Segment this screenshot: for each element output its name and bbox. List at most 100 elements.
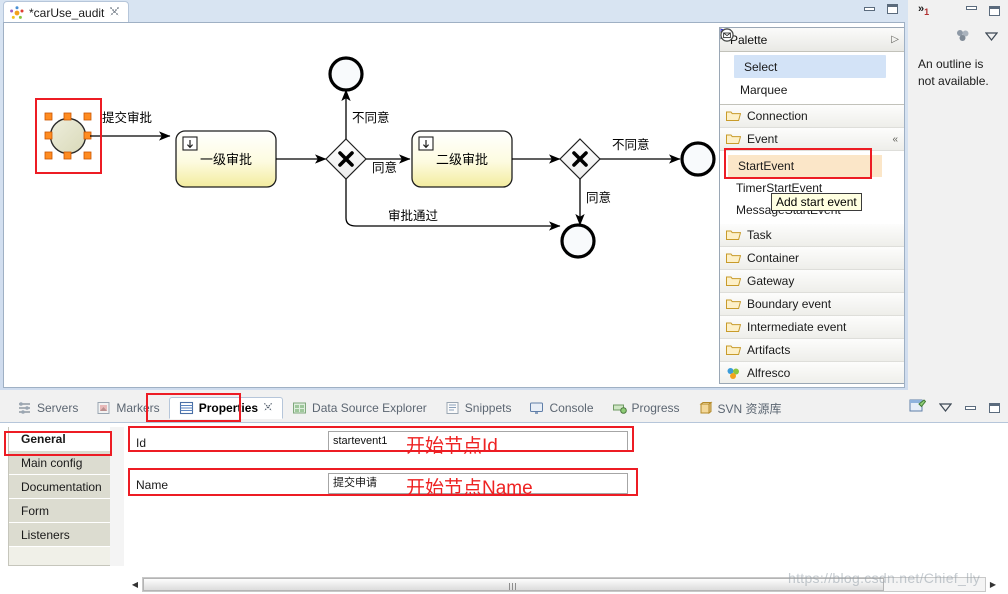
node-start-event[interactable] — [49, 117, 87, 155]
palette-group-gateway[interactable]: Gateway — [720, 270, 904, 293]
maximize-icon[interactable] — [989, 402, 1000, 413]
node-end-event-top[interactable] — [328, 56, 364, 92]
palette-group-artifacts-label: Artifacts — [747, 343, 791, 357]
folder-icon — [726, 133, 741, 145]
properties-tabs-scrollbar[interactable] — [110, 427, 124, 566]
tab-console-label: Console — [549, 401, 594, 415]
node-exclusive-gateway-2[interactable] — [559, 138, 601, 180]
console-icon — [529, 401, 544, 415]
close-icon[interactable] — [109, 6, 120, 20]
tab-console[interactable]: Console — [520, 398, 602, 418]
folder-icon — [726, 252, 741, 264]
node-exclusive-gateway-1[interactable] — [325, 138, 367, 180]
tab-progress[interactable]: Progress — [603, 398, 689, 418]
palette-group-connection-label: Connection — [747, 109, 808, 123]
palette-group-intermediate-event-label: Intermediate event — [747, 320, 847, 334]
folder-icon — [726, 110, 741, 122]
outline-view-menu-icon[interactable] — [955, 28, 971, 46]
folder-icon — [726, 275, 741, 287]
tab-svn-repository-label: SVN 资源库 — [717, 401, 782, 416]
palette-group-event[interactable]: Event « — [720, 128, 904, 151]
properties-tab-documentation-label: Documentation — [21, 479, 102, 494]
scroll-left-icon[interactable]: ◀ — [128, 577, 142, 592]
folder-icon — [726, 229, 741, 241]
scrollbar-thumb[interactable] — [143, 577, 884, 591]
tab-data-source-explorer[interactable]: Data Source Explorer — [283, 398, 436, 418]
id-field-label: Id — [136, 436, 147, 450]
palette-group-task[interactable]: Task — [720, 224, 904, 247]
properties-tab-form-label: Form — [21, 503, 49, 518]
node-user-task-1[interactable]: 一级审批 — [175, 130, 277, 188]
field-row-name: Name 提交申请 开始节点Name — [128, 473, 998, 499]
svn-icon — [698, 401, 713, 415]
outline-window-buttons — [966, 6, 1000, 16]
progress-icon — [612, 401, 627, 415]
palette-tool-marquee[interactable]: Marquee — [720, 29, 904, 101]
outline-overflow-indicator[interactable]: »1 — [918, 3, 929, 17]
tab-markers-label: Markers — [116, 401, 160, 415]
name-field-label: Name — [136, 478, 169, 492]
folder-icon — [726, 344, 741, 356]
tab-servers[interactable]: Servers — [8, 398, 87, 418]
node-user-task-2[interactable]: 二级审批 — [411, 130, 513, 188]
minimize-icon[interactable] — [864, 7, 875, 11]
task-label-1: 一级审批 — [200, 152, 252, 167]
chevron-right-icon[interactable]: ▷ — [891, 34, 899, 45]
properties-horizontal-scrollbar[interactable]: ◀ ▶ — [128, 576, 1000, 592]
palette-item-startevent-label: StartEvent — [738, 159, 795, 173]
palette-group-connection[interactable]: Connection — [720, 105, 904, 128]
palette-group-intermediate-event[interactable]: Intermediate event — [720, 316, 904, 339]
properties-tab-main-config-label: Main config — [21, 455, 83, 470]
folder-icon — [726, 298, 741, 310]
minimize-icon[interactable] — [966, 6, 977, 10]
properties-icon — [179, 401, 194, 415]
scrollbar-grip — [509, 582, 518, 590]
chevron-down-icon[interactable] — [984, 30, 999, 44]
properties-tab-listeners-label: Listeners — [21, 527, 70, 542]
editor-window-buttons — [864, 4, 898, 14]
minimize-icon[interactable] — [965, 405, 976, 410]
annotation-name: 开始节点Name — [406, 478, 533, 499]
palette-item-startevent[interactable]: StartEvent — [720, 28, 882, 177]
palette-group-alfresco-label: Alfresco — [747, 366, 791, 380]
tab-markers[interactable]: Markers — [87, 398, 168, 418]
outline-panel: »1 An outline is not available. — [910, 0, 1008, 390]
maximize-icon[interactable] — [989, 6, 1000, 16]
flow-label-agree-1: 同意 — [372, 160, 397, 175]
scrollbar-track[interactable] — [142, 576, 986, 592]
palette-group-boundary-event[interactable]: Boundary event — [720, 293, 904, 316]
palette-group-alfresco[interactable]: Alfresco — [720, 362, 904, 383]
maximize-icon[interactable] — [887, 4, 898, 14]
palette-group-container[interactable]: Container — [720, 247, 904, 270]
tab-svn-repository[interactable]: SVN 资源库 — [689, 397, 791, 420]
properties-tab-form[interactable]: Form — [9, 499, 122, 523]
bpmn-canvas[interactable]: 提交审批 一级审批 不同意 同意 二级审批 不同意 同意 审批通过 Palett… — [3, 22, 905, 388]
diagram-editor: *carUse_audit 提交审批 一级审批 不同意 同意 二级审批 不同意 … — [0, 0, 908, 390]
properties-tab-listeners[interactable]: Listeners — [9, 523, 122, 547]
flow-label-reject-2: 不同意 — [612, 137, 650, 152]
node-end-event-right[interactable] — [680, 141, 716, 177]
palette-tool-marquee-label: Marquee — [740, 82, 788, 97]
collapse-icon[interactable]: « — [892, 134, 898, 145]
tab-properties[interactable]: Properties — [168, 397, 284, 419]
properties-tab-main-config[interactable]: Main config — [9, 451, 122, 475]
tab-servers-label: Servers — [37, 401, 79, 415]
outline-message-line2: not available. — [918, 74, 989, 88]
close-icon[interactable] — [263, 402, 273, 415]
tab-snippets[interactable]: Snippets — [436, 398, 521, 418]
pin-properties-icon[interactable] — [909, 398, 927, 417]
palette-event-items: StartEvent TimerStartEvent MessageStartE… — [720, 28, 904, 224]
snippets-icon — [445, 401, 460, 415]
palette-group-artifacts[interactable]: Artifacts — [720, 339, 904, 362]
palette-group-boundary-event-label: Boundary event — [747, 297, 832, 311]
node-end-event-bottom[interactable] — [560, 223, 596, 259]
properties-tab-documentation[interactable]: Documentation — [9, 475, 122, 499]
chevron-down-icon[interactable] — [938, 401, 953, 415]
palette-tool-select[interactable]: Select — [720, 28, 886, 78]
bottom-view-stack: Servers Markers Properties Data Source E… — [0, 390, 1008, 594]
alfresco-icon — [726, 367, 741, 379]
editor-tab-caruse-audit[interactable]: *carUse_audit — [3, 1, 130, 22]
properties-tab-general[interactable]: General — [9, 427, 122, 451]
editor-tab-label: *carUse_audit — [29, 6, 105, 20]
scroll-right-icon[interactable]: ▶ — [986, 577, 1000, 592]
